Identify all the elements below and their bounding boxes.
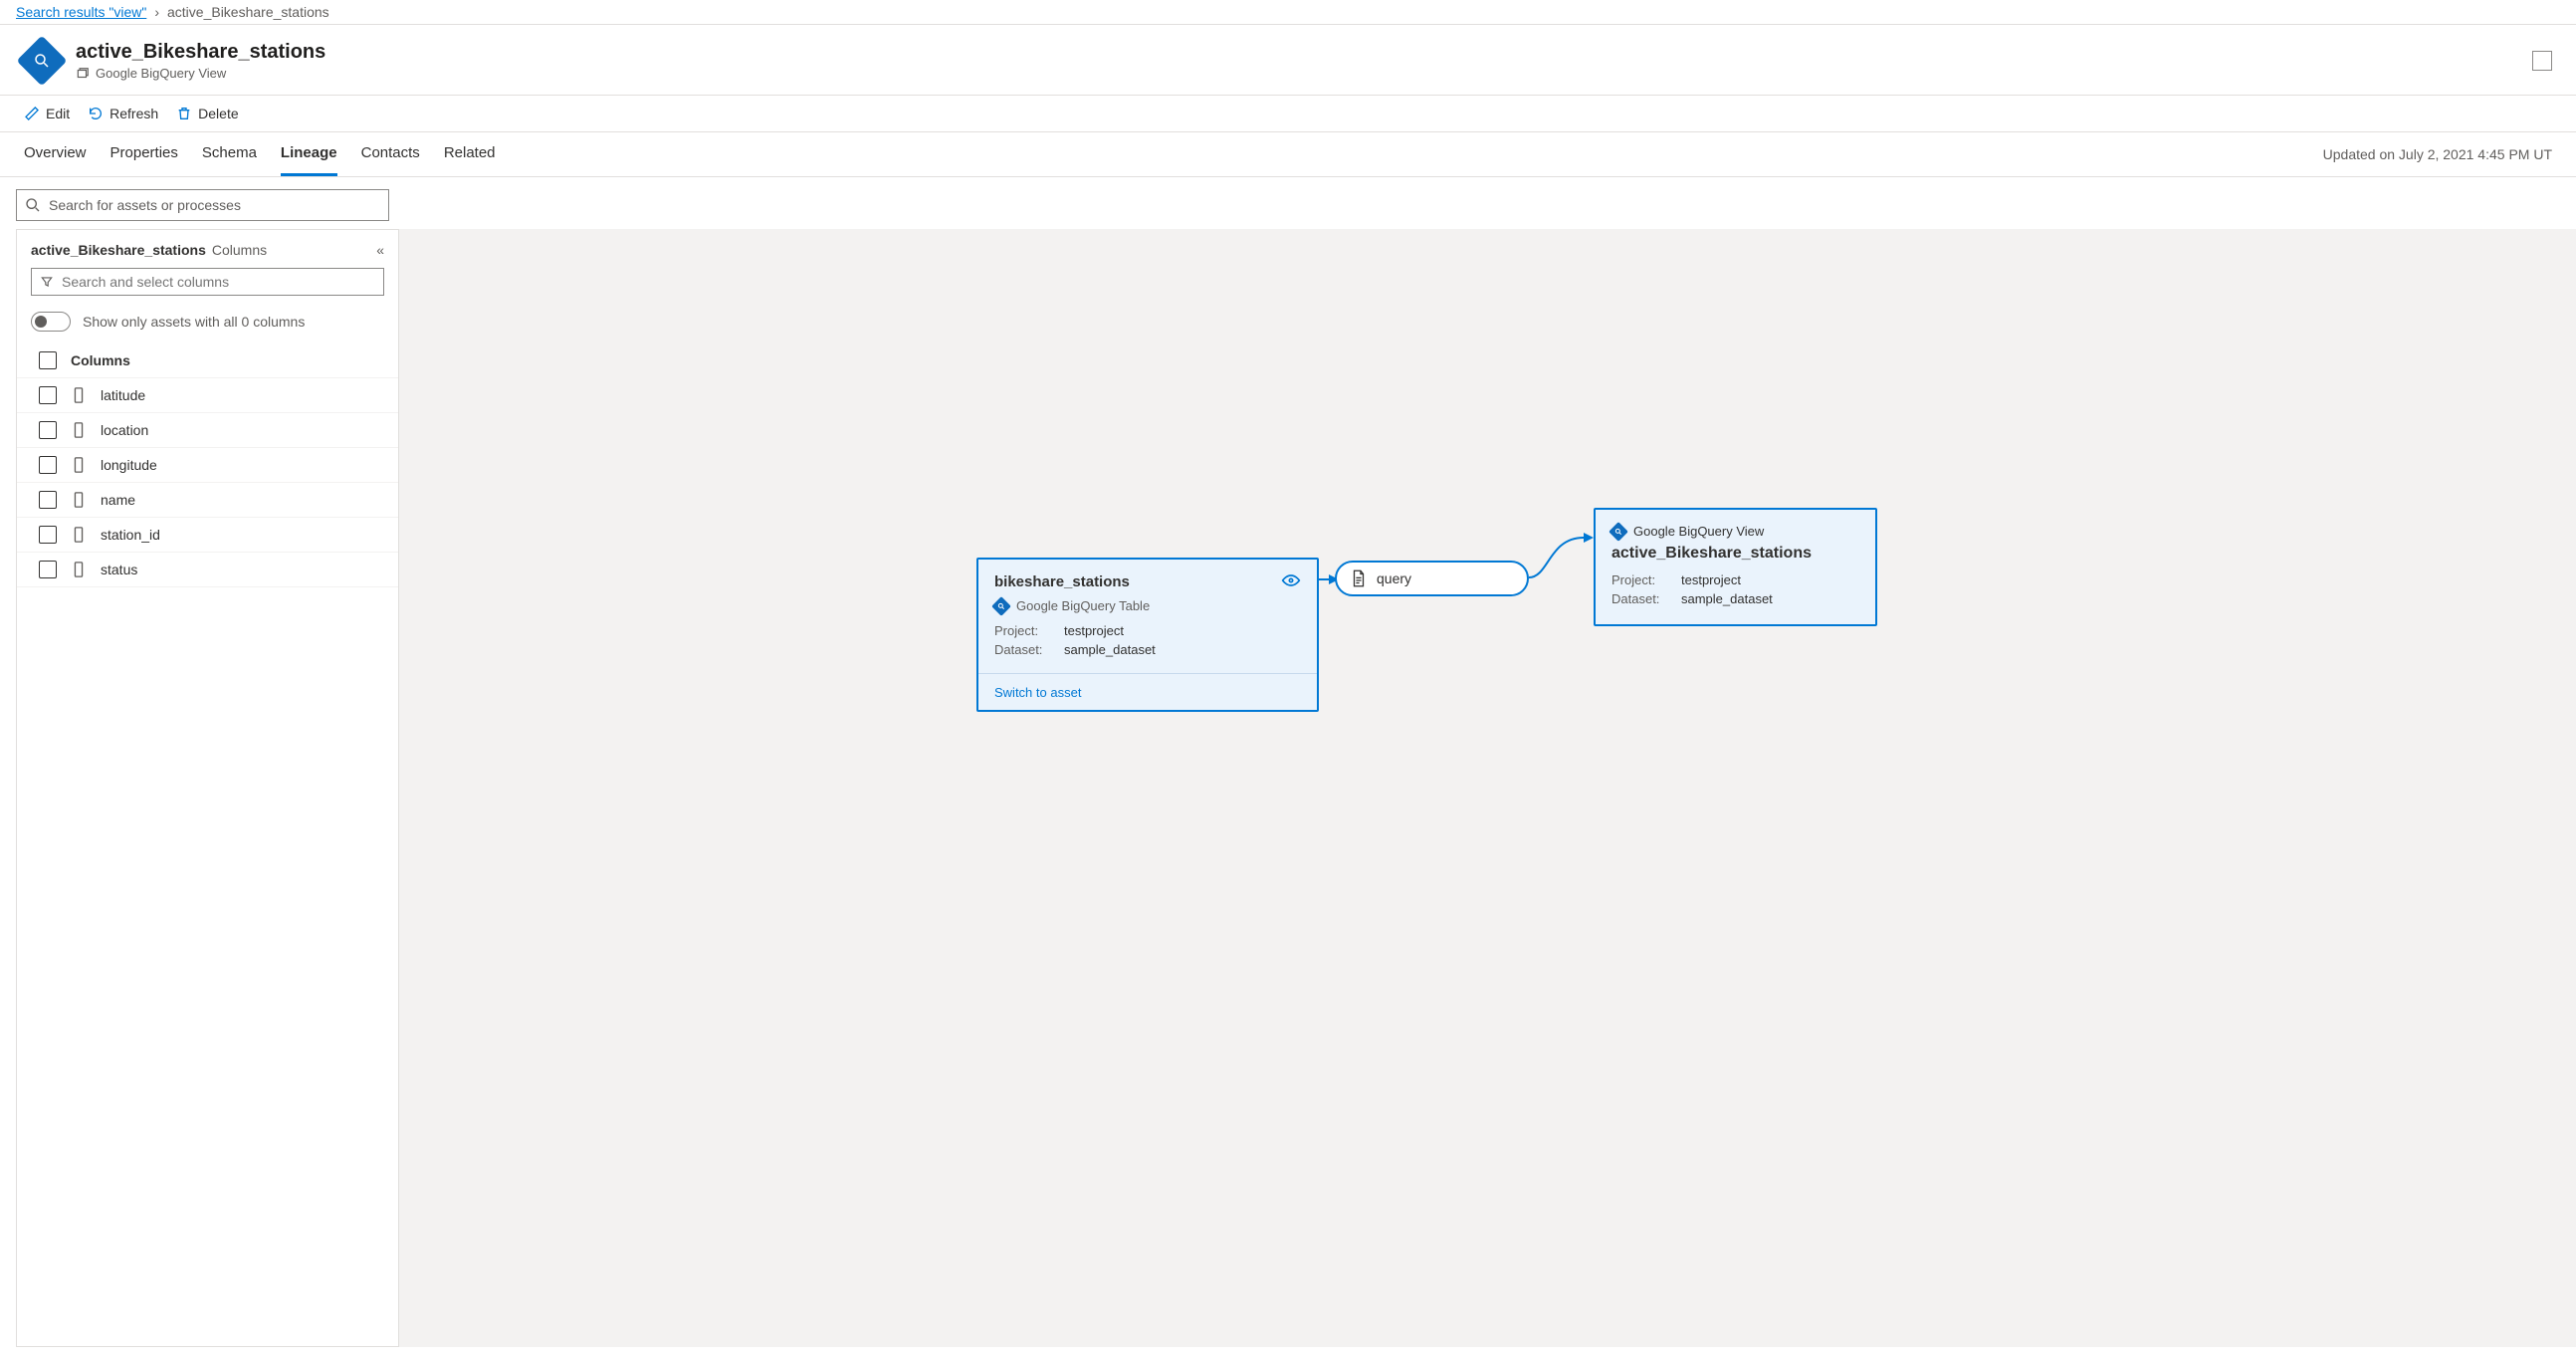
project-label: Project:	[1611, 572, 1671, 587]
column-list: Columns latitude location longitude name	[17, 343, 398, 1346]
project-value: testproject	[1681, 572, 1741, 587]
tab-properties[interactable]: Properties	[110, 132, 178, 176]
column-icon	[71, 492, 87, 508]
toolbar: Edit Refresh Delete	[0, 96, 2576, 132]
column-search[interactable]	[31, 268, 384, 296]
dataset-value: sample_dataset	[1064, 642, 1156, 657]
show-only-toggle[interactable]	[31, 312, 71, 332]
column-icon	[71, 527, 87, 543]
lineage-source-node[interactable]: bikeshare_stations Google BigQuery Table…	[976, 558, 1319, 712]
refresh-icon	[88, 106, 104, 121]
page-title: active_Bikeshare_stations	[76, 41, 2516, 64]
lineage-query-node[interactable]: query	[1335, 561, 1529, 596]
column-checkbox[interactable]	[39, 421, 57, 439]
column-name: latitude	[101, 387, 145, 403]
bigquery-table-icon	[991, 596, 1011, 616]
connector-curve-icon	[1529, 518, 1599, 587]
search-icon	[25, 197, 41, 213]
column-name: status	[101, 562, 137, 577]
column-row[interactable]: latitude	[17, 378, 398, 413]
stack-icon	[76, 67, 90, 81]
tab-lineage[interactable]: Lineage	[281, 132, 337, 176]
column-checkbox[interactable]	[39, 456, 57, 474]
column-name: station_id	[101, 527, 160, 543]
column-icon	[71, 457, 87, 473]
column-search-input[interactable]	[62, 274, 375, 290]
column-row[interactable]: longitude	[17, 448, 398, 483]
tab-overview[interactable]: Overview	[24, 132, 87, 176]
tab-contacts[interactable]: Contacts	[361, 132, 420, 176]
pencil-icon	[24, 106, 40, 121]
column-row[interactable]: station_id	[17, 518, 398, 553]
column-icon	[71, 387, 87, 403]
project-label: Project:	[994, 623, 1054, 638]
query-label: query	[1377, 570, 1411, 586]
column-checkbox[interactable]	[39, 491, 57, 509]
column-row[interactable]: status	[17, 553, 398, 587]
eye-icon[interactable]	[1281, 573, 1301, 590]
column-name: longitude	[101, 457, 157, 473]
columns-header-row: Columns	[17, 343, 398, 378]
asset-search-input[interactable]	[49, 197, 380, 213]
bigquery-view-icon	[17, 36, 68, 87]
column-row[interactable]: name	[17, 483, 398, 518]
column-name: location	[101, 422, 148, 438]
breadcrumb-current: active_Bikeshare_stations	[167, 4, 329, 20]
page-header: active_Bikeshare_stations Google BigQuer…	[0, 25, 2576, 96]
column-row[interactable]: location	[17, 413, 398, 448]
edit-button[interactable]: Edit	[24, 106, 70, 121]
tab-schema[interactable]: Schema	[202, 132, 257, 176]
select-all-checkbox[interactable]	[39, 351, 57, 369]
column-name: name	[101, 492, 135, 508]
lineage-target-node[interactable]: Google BigQuery View active_Bikeshare_st…	[1594, 508, 1877, 626]
dataset-value: sample_dataset	[1681, 591, 1773, 606]
chevron-right-icon: ›	[154, 4, 159, 20]
panel-subtitle: Columns	[212, 242, 267, 258]
panel-title: active_Bikeshare_stations	[31, 242, 206, 258]
filter-icon	[40, 275, 54, 289]
node-type: Google BigQuery Table	[1016, 598, 1150, 613]
document-icon	[1351, 569, 1367, 587]
bigquery-view-icon	[1609, 522, 1628, 542]
expand-icon[interactable]	[2532, 51, 2552, 71]
column-checkbox[interactable]	[39, 386, 57, 404]
column-icon	[71, 562, 87, 577]
project-value: testproject	[1064, 623, 1124, 638]
node-title: bikeshare_stations	[994, 573, 1130, 590]
refresh-button[interactable]: Refresh	[88, 106, 158, 121]
column-checkbox[interactable]	[39, 561, 57, 578]
column-icon	[71, 422, 87, 438]
dataset-label: Dataset:	[1611, 591, 1671, 606]
lineage-canvas[interactable]: bikeshare_stations Google BigQuery Table…	[399, 229, 2576, 1347]
asset-search[interactable]	[16, 189, 389, 221]
column-checkbox[interactable]	[39, 526, 57, 544]
tabs-row: Overview Properties Schema Lineage Conta…	[0, 132, 2576, 177]
toggle-label: Show only assets with all 0 columns	[83, 314, 305, 330]
collapse-icon[interactable]: «	[376, 242, 384, 258]
breadcrumb-link[interactable]: Search results "view"	[16, 4, 146, 20]
node-type: Google BigQuery View	[1633, 524, 1764, 539]
switch-to-asset-link[interactable]: Switch to asset	[994, 685, 1081, 700]
columns-panel: active_Bikeshare_stations Columns « Show…	[16, 229, 399, 1347]
trash-icon	[176, 106, 192, 121]
dataset-label: Dataset:	[994, 642, 1054, 657]
page-subtitle: Google BigQuery View	[96, 66, 226, 81]
delete-button[interactable]: Delete	[176, 106, 238, 121]
node-title: active_Bikeshare_stations	[1611, 545, 1859, 563]
tab-related[interactable]: Related	[444, 132, 496, 176]
updated-timestamp: Updated on July 2, 2021 4:45 PM UT	[2323, 146, 2552, 162]
breadcrumb: Search results "view" › active_Bikeshare…	[0, 0, 2576, 25]
